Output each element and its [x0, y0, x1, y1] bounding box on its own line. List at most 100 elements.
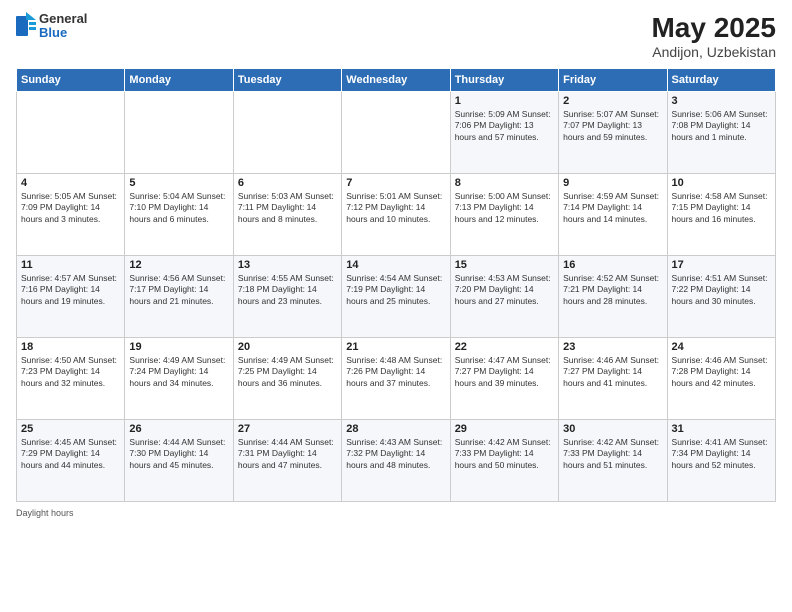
day-cell: 22 Sunrise: 4:47 AM Sunset: 7:27 PM Dayli… — [450, 338, 558, 420]
daylight-hours-label: Daylight hours — [16, 508, 74, 518]
day-info: Sunrise: 4:46 AM Sunset: 7:27 PM Dayligh… — [563, 355, 662, 389]
day-number: 22 — [455, 341, 554, 353]
calendar-header: SundayMondayTuesdayWednesdayThursdayFrid… — [17, 69, 776, 92]
day-number: 1 — [455, 95, 554, 107]
header-row: SundayMondayTuesdayWednesdayThursdayFrid… — [17, 69, 776, 92]
day-cell: 23 Sunrise: 4:46 AM Sunset: 7:27 PM Dayli… — [559, 338, 667, 420]
day-cell: 18 Sunrise: 4:50 AM Sunset: 7:23 PM Dayli… — [17, 338, 125, 420]
day-cell: 7Sunrise: 5:01 AM Sunset: 7:12 PM Daylig… — [342, 174, 450, 256]
day-number: 18 — [21, 341, 120, 353]
day-cell: 28Sunrise: 4:43 AM Sunset: 7:32 PM Dayli… — [342, 420, 450, 502]
day-number: 16 — [563, 259, 662, 271]
week-row-4: 18 Sunrise: 4:50 AM Sunset: 7:23 PM Dayli… — [17, 338, 776, 420]
day-info: Sunrise: 5:09 AM Sunset: 7:06 PM Dayligh… — [455, 109, 554, 143]
day-number: 27 — [238, 423, 337, 435]
day-info: Sunrise: 4:55 AM Sunset: 7:18 PM Dayligh… — [238, 273, 337, 307]
day-cell — [342, 92, 450, 174]
day-cell: 25 Sunrise: 4:45 AM Sunset: 7:29 PM Dayli… — [17, 420, 125, 502]
day-number: 12 — [129, 259, 228, 271]
day-cell: 1 Sunrise: 5:09 AM Sunset: 7:06 PM Daylig… — [450, 92, 558, 174]
day-number: 11 — [21, 259, 120, 271]
day-cell — [233, 92, 341, 174]
day-number: 25 — [21, 423, 120, 435]
day-cell: 3 Sunrise: 5:06 AM Sunset: 7:08 PM Daylig… — [667, 92, 775, 174]
day-number: 30 — [563, 423, 662, 435]
logo-blue-text: Blue — [39, 26, 87, 40]
day-info: Sunrise: 5:00 AM Sunset: 7:13 PM Dayligh… — [455, 191, 554, 225]
logo-text: General Blue — [39, 12, 87, 41]
day-info: Sunrise: 4:46 AM Sunset: 7:28 PM Dayligh… — [672, 355, 771, 389]
day-number: 24 — [672, 341, 771, 353]
logo-general-text: General — [39, 12, 87, 26]
day-number: 13 — [238, 259, 337, 271]
calendar-body: 1 Sunrise: 5:09 AM Sunset: 7:06 PM Daylig… — [17, 92, 776, 502]
day-info: Sunrise: 4:51 AM Sunset: 7:22 PM Dayligh… — [672, 273, 771, 307]
day-info: Sunrise: 5:01 AM Sunset: 7:12 PM Dayligh… — [346, 191, 445, 225]
day-info: Sunrise: 5:05 AM Sunset: 7:09 PM Dayligh… — [21, 191, 120, 225]
day-info: Sunrise: 4:44 AM Sunset: 7:31 PM Dayligh… — [238, 437, 337, 471]
day-cell: 13 Sunrise: 4:55 AM Sunset: 7:18 PM Dayli… — [233, 256, 341, 338]
day-info: Sunrise: 5:06 AM Sunset: 7:08 PM Dayligh… — [672, 109, 771, 143]
day-cell: 21 Sunrise: 4:48 AM Sunset: 7:26 PM Dayli… — [342, 338, 450, 420]
day-info: Sunrise: 4:48 AM Sunset: 7:26 PM Dayligh… — [346, 355, 445, 389]
header: General Blue May 2025 Andijon, Uzbekista… — [16, 12, 776, 60]
day-cell: 14Sunrise: 4:54 AM Sunset: 7:19 PM Dayli… — [342, 256, 450, 338]
day-number: 28 — [346, 423, 445, 435]
day-number: 31 — [672, 423, 771, 435]
day-number: 4 — [21, 177, 120, 189]
day-cell: 10 Sunrise: 4:58 AM Sunset: 7:15 PM Dayli… — [667, 174, 775, 256]
day-cell: 24 Sunrise: 4:46 AM Sunset: 7:28 PM Dayli… — [667, 338, 775, 420]
day-info: Sunrise: 4:59 AM Sunset: 7:14 PM Dayligh… — [563, 191, 662, 225]
day-cell: 5 Sunrise: 5:04 AM Sunset: 7:10 PM Daylig… — [125, 174, 233, 256]
day-cell: 16 Sunrise: 4:52 AM Sunset: 7:21 PM Dayli… — [559, 256, 667, 338]
day-info: Sunrise: 4:41 AM Sunset: 7:34 PM Dayligh… — [672, 437, 771, 471]
day-header-friday: Friday — [559, 69, 667, 92]
day-cell: 20Sunrise: 4:49 AM Sunset: 7:25 PM Dayli… — [233, 338, 341, 420]
day-number: 9 — [563, 177, 662, 189]
day-info: Sunrise: 4:57 AM Sunset: 7:16 PM Dayligh… — [21, 273, 120, 307]
day-number: 17 — [672, 259, 771, 271]
day-info: Sunrise: 4:47 AM Sunset: 7:27 PM Dayligh… — [455, 355, 554, 389]
day-cell: 9 Sunrise: 4:59 AM Sunset: 7:14 PM Daylig… — [559, 174, 667, 256]
day-cell: 4 Sunrise: 5:05 AM Sunset: 7:09 PM Daylig… — [17, 174, 125, 256]
day-header-monday: Monday — [125, 69, 233, 92]
title-block: May 2025 Andijon, Uzbekistan — [651, 12, 776, 60]
day-number: 15 — [455, 259, 554, 271]
day-info: Sunrise: 5:04 AM Sunset: 7:10 PM Dayligh… — [129, 191, 228, 225]
day-header-tuesday: Tuesday — [233, 69, 341, 92]
page: General Blue May 2025 Andijon, Uzbekista… — [0, 0, 792, 612]
day-cell: 6Sunrise: 5:03 AM Sunset: 7:11 PM Daylig… — [233, 174, 341, 256]
day-number: 21 — [346, 341, 445, 353]
day-number: 8 — [455, 177, 554, 189]
footer: Daylight hours — [16, 508, 776, 518]
day-number: 20 — [238, 341, 337, 353]
day-cell: 19Sunrise: 4:49 AM Sunset: 7:24 PM Dayli… — [125, 338, 233, 420]
day-info: Sunrise: 4:52 AM Sunset: 7:21 PM Dayligh… — [563, 273, 662, 307]
week-row-1: 1 Sunrise: 5:09 AM Sunset: 7:06 PM Daylig… — [17, 92, 776, 174]
day-header-saturday: Saturday — [667, 69, 775, 92]
day-number: 10 — [672, 177, 771, 189]
day-number: 5 — [129, 177, 228, 189]
day-number: 3 — [672, 95, 771, 107]
day-cell: 8 Sunrise: 5:00 AM Sunset: 7:13 PM Daylig… — [450, 174, 558, 256]
day-info: Sunrise: 4:58 AM Sunset: 7:15 PM Dayligh… — [672, 191, 771, 225]
day-cell: 12 Sunrise: 4:56 AM Sunset: 7:17 PM Dayli… — [125, 256, 233, 338]
day-number: 19 — [129, 341, 228, 353]
week-row-5: 25 Sunrise: 4:45 AM Sunset: 7:29 PM Dayli… — [17, 420, 776, 502]
week-row-3: 11 Sunrise: 4:57 AM Sunset: 7:16 PM Dayli… — [17, 256, 776, 338]
day-cell: 29Sunrise: 4:42 AM Sunset: 7:33 PM Dayli… — [450, 420, 558, 502]
day-info: Sunrise: 4:50 AM Sunset: 7:23 PM Dayligh… — [21, 355, 120, 389]
day-cell — [17, 92, 125, 174]
logo-icon — [16, 12, 36, 40]
day-number: 23 — [563, 341, 662, 353]
day-cell: 31 Sunrise: 4:41 AM Sunset: 7:34 PM Dayli… — [667, 420, 775, 502]
logo: General Blue — [16, 12, 87, 41]
day-cell: 2Sunrise: 5:07 AM Sunset: 7:07 PM Daylig… — [559, 92, 667, 174]
day-number: 29 — [455, 423, 554, 435]
calendar: SundayMondayTuesdayWednesdayThursdayFrid… — [16, 68, 776, 502]
day-number: 6 — [238, 177, 337, 189]
day-cell: 15Sunrise: 4:53 AM Sunset: 7:20 PM Dayli… — [450, 256, 558, 338]
day-info: Sunrise: 4:56 AM Sunset: 7:17 PM Dayligh… — [129, 273, 228, 307]
day-info: Sunrise: 4:45 AM Sunset: 7:29 PM Dayligh… — [21, 437, 120, 471]
day-number: 26 — [129, 423, 228, 435]
